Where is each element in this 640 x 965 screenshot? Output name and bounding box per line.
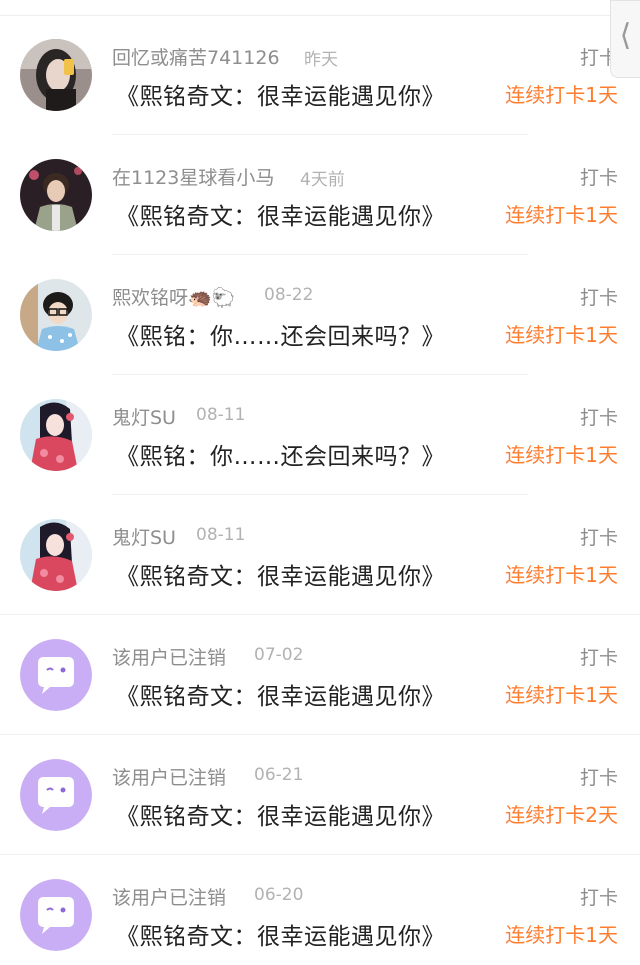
checkin-feed: 回忆或痛苦741126 昨天 《熙铭奇文：很幸运能遇见你》 打卡 连续打卡1天 … bbox=[0, 15, 640, 965]
username[interactable]: 鬼灯SU bbox=[112, 523, 176, 550]
article-title[interactable]: 《熙铭奇文：很幸运能遇见你》 bbox=[116, 197, 445, 231]
checkin-label: 打卡 bbox=[579, 167, 618, 189]
checkin-label: 打卡 bbox=[579, 647, 618, 669]
username[interactable]: 该用户已注销 bbox=[112, 763, 226, 790]
avatar[interactable] bbox=[20, 399, 92, 471]
article-title[interactable]: 《熙铭奇文：很幸运能遇见你》 bbox=[116, 677, 445, 711]
timestamp: 06-21 bbox=[254, 765, 304, 785]
checkin-label: 打卡 bbox=[579, 767, 618, 789]
checkin-label: 打卡 bbox=[579, 287, 618, 309]
checkin-label: 打卡 bbox=[579, 527, 618, 549]
list-item[interactable]: 在1123星球看小马 4天前 《熙铭奇文：很幸运能遇见你》 打卡 连续打卡1天 bbox=[0, 135, 640, 255]
timestamp: 08-11 bbox=[196, 405, 246, 425]
username[interactable]: 回忆或痛苦741126 bbox=[112, 43, 280, 70]
streak-label: 连续打卡1天 bbox=[505, 443, 618, 467]
username[interactable]: 鬼灯SU bbox=[112, 403, 176, 430]
list-item[interactable]: 鬼灯SU 08-11 《熙铭奇文：很幸运能遇见你》 打卡 连续打卡1天 bbox=[0, 495, 640, 615]
article-title[interactable]: 《熙铭：你……还会回来吗？》 bbox=[116, 437, 445, 471]
timestamp: 06-20 bbox=[254, 885, 304, 905]
checkin-label: 打卡 bbox=[579, 887, 618, 909]
deleted-user-avatar[interactable] bbox=[20, 639, 92, 711]
article-title[interactable]: 《熙铭奇文：很幸运能遇见你》 bbox=[116, 557, 445, 591]
list-item[interactable]: 该用户已注销 06-21 《熙铭奇文：很幸运能遇见你》 打卡 连续打卡2天 bbox=[0, 735, 640, 855]
list-item[interactable]: 回忆或痛苦741126 昨天 《熙铭奇文：很幸运能遇见你》 打卡 连续打卡1天 bbox=[0, 15, 640, 135]
timestamp: 昨天 bbox=[304, 50, 338, 70]
article-title[interactable]: 《熙铭奇文：很幸运能遇见你》 bbox=[116, 917, 445, 951]
list-item[interactable]: 熙欢铭呀🦔🐑 08-22 《熙铭：你……还会回来吗？》 打卡 连续打卡1天 bbox=[0, 255, 640, 375]
timestamp: 08-11 bbox=[196, 525, 246, 545]
chevron-left-icon: ⟨ bbox=[619, 18, 632, 53]
list-item[interactable]: 该用户已注销 07-02 《熙铭奇文：很幸运能遇见你》 打卡 连续打卡1天 bbox=[0, 615, 640, 735]
avatar[interactable] bbox=[20, 519, 92, 591]
streak-label: 连续打卡1天 bbox=[505, 923, 618, 947]
avatar[interactable] bbox=[20, 279, 92, 351]
deleted-user-avatar[interactable] bbox=[20, 759, 92, 831]
avatar[interactable] bbox=[20, 159, 92, 231]
streak-label: 连续打卡1天 bbox=[505, 83, 618, 107]
streak-label: 连续打卡1天 bbox=[505, 203, 618, 227]
username[interactable]: 该用户已注销 bbox=[112, 643, 226, 670]
timestamp: 07-02 bbox=[254, 645, 304, 665]
streak-label: 连续打卡1天 bbox=[505, 323, 618, 347]
article-title[interactable]: 《熙铭奇文：很幸运能遇见你》 bbox=[116, 77, 445, 111]
streak-label: 连续打卡2天 bbox=[505, 803, 618, 827]
list-item[interactable]: 鬼灯SU 08-11 《熙铭：你……还会回来吗？》 打卡 连续打卡1天 bbox=[0, 375, 640, 495]
streak-label: 连续打卡1天 bbox=[505, 683, 618, 707]
side-collapse-tab[interactable]: ⟨ bbox=[610, 0, 640, 78]
username[interactable]: 在1123星球看小马 bbox=[112, 163, 274, 190]
streak-label: 连续打卡1天 bbox=[505, 563, 618, 587]
username[interactable]: 熙欢铭呀🦔🐑 bbox=[112, 283, 235, 310]
avatar[interactable] bbox=[20, 39, 92, 111]
username[interactable]: 该用户已注销 bbox=[112, 883, 226, 910]
article-title[interactable]: 《熙铭奇文：很幸运能遇见你》 bbox=[116, 797, 445, 831]
timestamp: 08-22 bbox=[264, 285, 314, 305]
top-divider bbox=[0, 0, 640, 16]
checkin-label: 打卡 bbox=[579, 407, 618, 429]
deleted-user-avatar[interactable] bbox=[20, 879, 92, 951]
timestamp: 4天前 bbox=[300, 170, 345, 190]
article-title[interactable]: 《熙铭：你……还会回来吗？》 bbox=[116, 317, 445, 351]
list-item[interactable]: 该用户已注销 06-20 《熙铭奇文：很幸运能遇见你》 打卡 连续打卡1天 bbox=[0, 855, 640, 965]
